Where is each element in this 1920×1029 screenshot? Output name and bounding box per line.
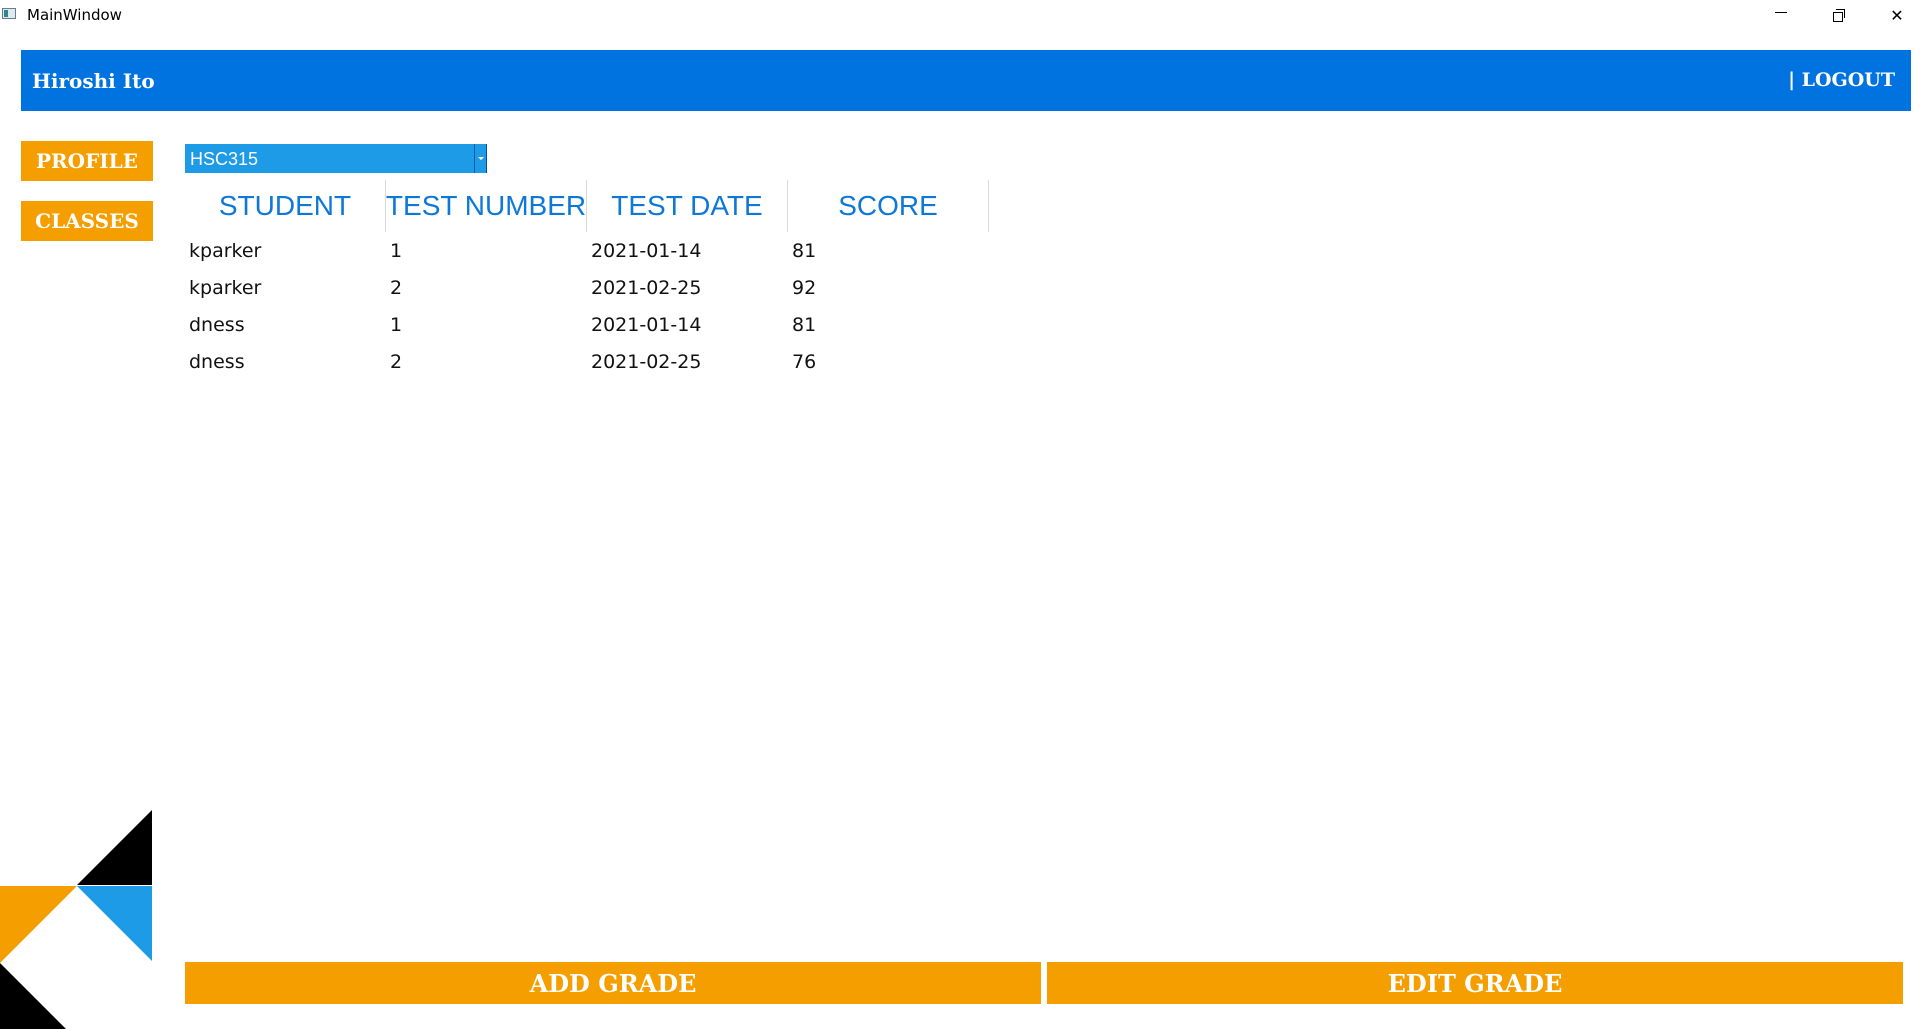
class-select[interactable]: HSC315 [185,144,487,173]
class-select-value: HSC315 [190,149,259,169]
table-row[interactable]: dness 2 2021-02-25 76 [185,343,989,380]
cell-score: 92 [792,276,817,299]
column-header-test-number[interactable]: TEST NUMBER [386,180,587,232]
cell-student: dness [189,313,245,336]
cell-student: kparker [189,276,262,299]
cell-test-number: 2 [390,350,403,373]
cell-student: kparker [189,239,262,262]
table-row[interactable]: dness 1 2021-01-14 81 [185,306,989,343]
column-header-test-date[interactable]: TEST DATE [587,180,788,232]
orange-triangle [0,886,77,963]
chevron-down-icon [477,157,484,160]
decorative-triangles-logo [0,810,152,1029]
minimize-button[interactable] [1752,0,1810,30]
add-grade-button[interactable]: ADD GRADE [185,962,1041,1004]
cell-test-date: 2021-01-14 [591,313,702,336]
cell-test-date: 2021-02-25 [591,350,702,373]
restore-icon [1833,9,1845,22]
cell-test-date: 2021-01-14 [591,239,702,262]
app-window-icon [2,8,16,19]
black-triangle-top [77,810,152,885]
table-row[interactable]: kparker 1 2021-01-14 81 [185,232,989,269]
classes-button[interactable]: CLASSES [21,201,153,241]
user-name: Hiroshi Ito [32,69,155,93]
window-title: MainWindow [27,6,122,24]
edit-grade-button[interactable]: EDIT GRADE [1047,962,1903,1004]
cell-score: 81 [792,239,817,262]
cell-test-date: 2021-02-25 [591,276,702,299]
cell-test-number: 2 [390,276,403,299]
close-icon: ✕ [1890,5,1904,25]
restore-button[interactable] [1810,0,1868,30]
column-header-score[interactable]: SCORE [788,180,989,232]
cell-student: dness [189,350,245,373]
app-header: Hiroshi Ito | LOGOUT [21,50,1911,111]
cell-score: 81 [792,313,817,336]
cell-test-number: 1 [390,239,403,262]
grades-grid: STUDENT TEST NUMBER TEST DATE SCORE kpar… [185,180,989,380]
grid-header-row: STUDENT TEST NUMBER TEST DATE SCORE [185,180,989,232]
close-button[interactable]: ✕ [1868,0,1920,30]
logout-button[interactable]: | LOGOUT [1788,69,1895,91]
dropdown-arrow-button[interactable] [474,144,487,173]
column-header-student[interactable]: STUDENT [185,180,386,232]
cell-test-number: 1 [390,313,403,336]
table-row[interactable]: kparker 2 2021-02-25 92 [185,269,989,306]
window-title-bar: MainWindow ✕ [0,0,1920,30]
cell-score: 76 [792,350,817,373]
profile-button[interactable]: PROFILE [21,141,153,181]
minimize-icon [1775,11,1787,13]
black-triangle-bottom [0,963,66,1029]
blue-triangle [77,886,152,961]
